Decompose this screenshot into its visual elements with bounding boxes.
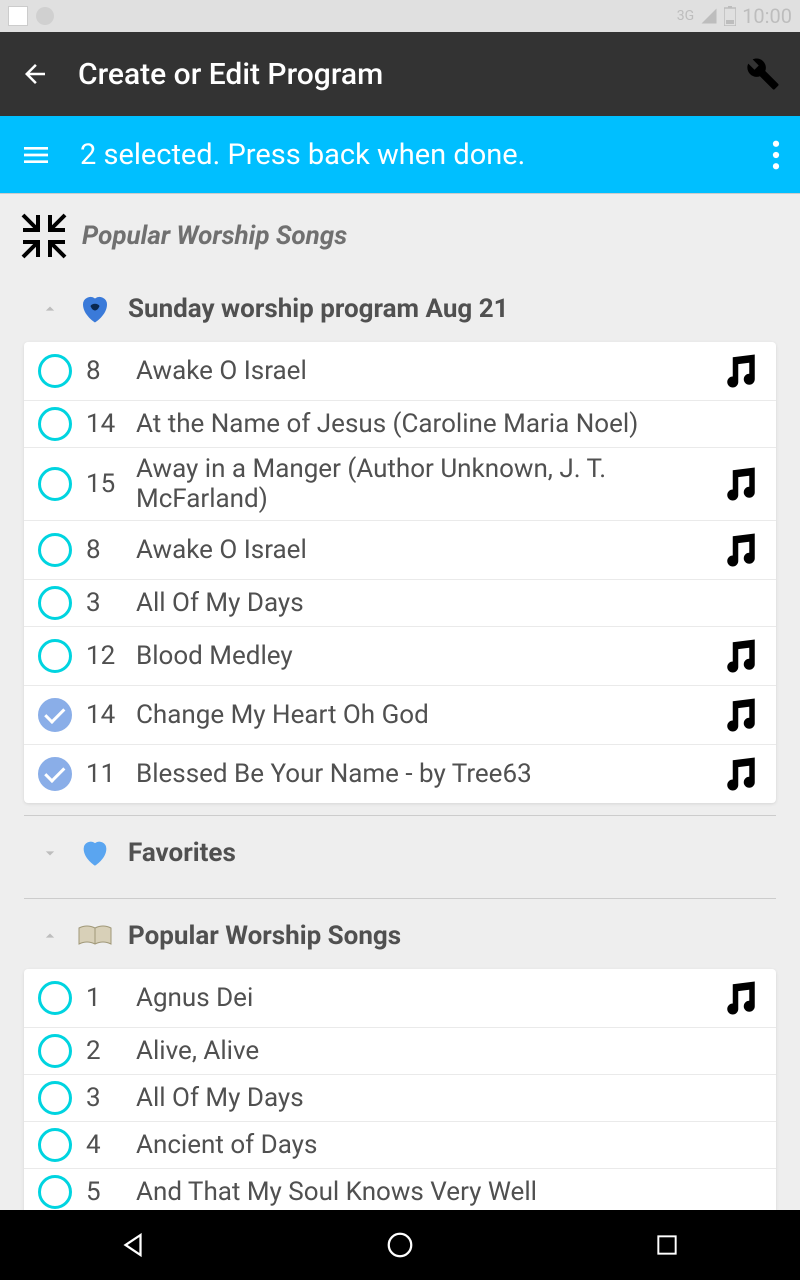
song-number: 15 [86,469,122,499]
battery-icon [724,6,736,26]
song-item[interactable]: 14 Change My Heart Oh God [24,686,776,745]
music-note-icon[interactable] [718,527,764,573]
status-time: 10:00 [742,4,792,28]
page-title: Create or Edit Program [78,57,718,92]
song-title: All Of My Days [136,1083,764,1113]
status-notification-icon [36,7,54,25]
song-number: 14 [86,409,122,439]
music-note-icon[interactable] [718,461,764,507]
song-list: 8 Awake O Israel 14 At the Name of Jesus (C… [24,342,776,803]
song-title: Awake O Israel [136,356,704,386]
song-number: 11 [86,759,122,789]
group-title: Sunday worship program Aug 21 [128,294,509,324]
group-title: Popular Worship Songs [128,921,401,951]
chevron-up-icon [38,924,62,948]
radio-unchecked-icon[interactable] [38,586,72,620]
status-app-icon [8,6,28,26]
song-item[interactable]: 3 All Of My Days [24,580,776,627]
song-title: Blessed Be Your Name - by Tree63 [136,759,704,789]
song-title: And That My Soul Knows Very Well [136,1177,764,1207]
radio-unchecked-icon[interactable] [38,639,72,673]
radio-unchecked-icon[interactable] [38,1128,72,1162]
song-item[interactable]: 4 Ancient of Days [24,1122,776,1169]
song-number: 8 [86,356,122,386]
section-header: Popular Worship Songs [0,194,800,276]
song-title: Blood Medley [136,641,704,671]
signal-icon [700,7,718,25]
song-title: Agnus Dei [136,983,704,1013]
radio-unchecked-icon[interactable] [38,1081,72,1115]
selection-status: 2 selected. Press back when done. [80,138,744,172]
more-vert-icon[interactable] [772,140,780,170]
app-header: Create or Edit Program [0,32,800,116]
group-header[interactable]: Popular Worship Songs [0,903,800,969]
music-note-icon[interactable] [718,633,764,679]
music-note-icon[interactable] [718,348,764,394]
song-item[interactable]: 12 Blood Medley [24,627,776,686]
network-icon: 3G [677,8,694,24]
radio-checked-icon[interactable] [38,757,72,791]
nav-recent-button[interactable] [647,1225,687,1265]
group-title: Favorites [128,838,236,868]
song-title: All Of My Days [136,588,764,618]
song-item[interactable]: 15 Away in a Manger (Author Unknown, J. T… [24,448,776,521]
divider [24,815,776,816]
song-number: 14 [86,700,122,730]
song-title: Away in a Manger (Author Unknown, J. T. … [136,454,704,514]
song-number: 12 [86,641,122,671]
song-item[interactable]: 2 Alive, Alive [24,1028,776,1075]
song-number: 8 [86,535,122,565]
music-note-icon[interactable] [718,692,764,738]
song-number: 5 [86,1177,122,1207]
nav-back-button[interactable] [113,1225,153,1265]
chevron-down-icon [38,841,62,865]
status-bar: 3G 10:00 [0,0,800,32]
heart-hands-icon [76,290,114,328]
song-title: Change My Heart Oh God [136,700,704,730]
song-title: Alive, Alive [136,1036,764,1066]
song-item[interactable]: 14 At the Name of Jesus (Caroline Maria N… [24,401,776,448]
song-number: 2 [86,1036,122,1066]
music-note-icon[interactable] [718,751,764,797]
music-note-icon[interactable] [718,975,764,1021]
group-header[interactable]: Favorites [0,820,800,886]
nav-bar [0,1210,800,1280]
heart-icon [76,834,114,872]
radio-unchecked-icon[interactable] [38,354,72,388]
song-number: 4 [86,1130,122,1160]
song-title: At the Name of Jesus (Caroline Maria Noe… [136,409,764,439]
radio-unchecked-icon[interactable] [38,407,72,441]
selection-bar: 2 selected. Press back when done. [0,116,800,194]
radio-unchecked-icon[interactable] [38,1175,72,1209]
song-item[interactable]: 1 Agnus Dei [24,969,776,1028]
radio-unchecked-icon[interactable] [38,533,72,567]
song-item[interactable]: 8 Awake O Israel [24,521,776,580]
radio-unchecked-icon[interactable] [38,1034,72,1068]
divider [24,898,776,899]
song-title: Ancient of Days [136,1130,764,1160]
song-item[interactable]: 11 Blessed Be Your Name - by Tree63 [24,745,776,803]
collapse-all-icon[interactable] [20,212,68,260]
back-arrow-icon[interactable] [20,59,50,89]
song-item[interactable]: 8 Awake O Israel [24,342,776,401]
song-item[interactable]: 3 All Of My Days [24,1075,776,1122]
section-title: Popular Worship Songs [82,221,347,251]
song-number: 1 [86,983,122,1013]
chevron-up-icon [38,297,62,321]
group-header[interactable]: Sunday worship program Aug 21 [0,276,800,342]
radio-checked-icon[interactable] [38,698,72,732]
radio-unchecked-icon[interactable] [38,467,72,501]
hamburger-icon[interactable] [20,139,52,171]
song-item[interactable]: 5 And That My Soul Knows Very Well [24,1169,776,1210]
song-number: 3 [86,588,122,618]
nav-home-button[interactable] [380,1225,420,1265]
radio-unchecked-icon[interactable] [38,981,72,1015]
wrench-icon[interactable] [746,57,780,91]
song-number: 3 [86,1083,122,1113]
song-list: 1 Agnus Dei 2 Alive, Alive 3 All Of My Days 4A… [24,969,776,1210]
content-area: Popular Worship Songs Sunday worship pro… [0,194,800,1210]
song-title: Awake O Israel [136,535,704,565]
book-icon [76,917,114,955]
